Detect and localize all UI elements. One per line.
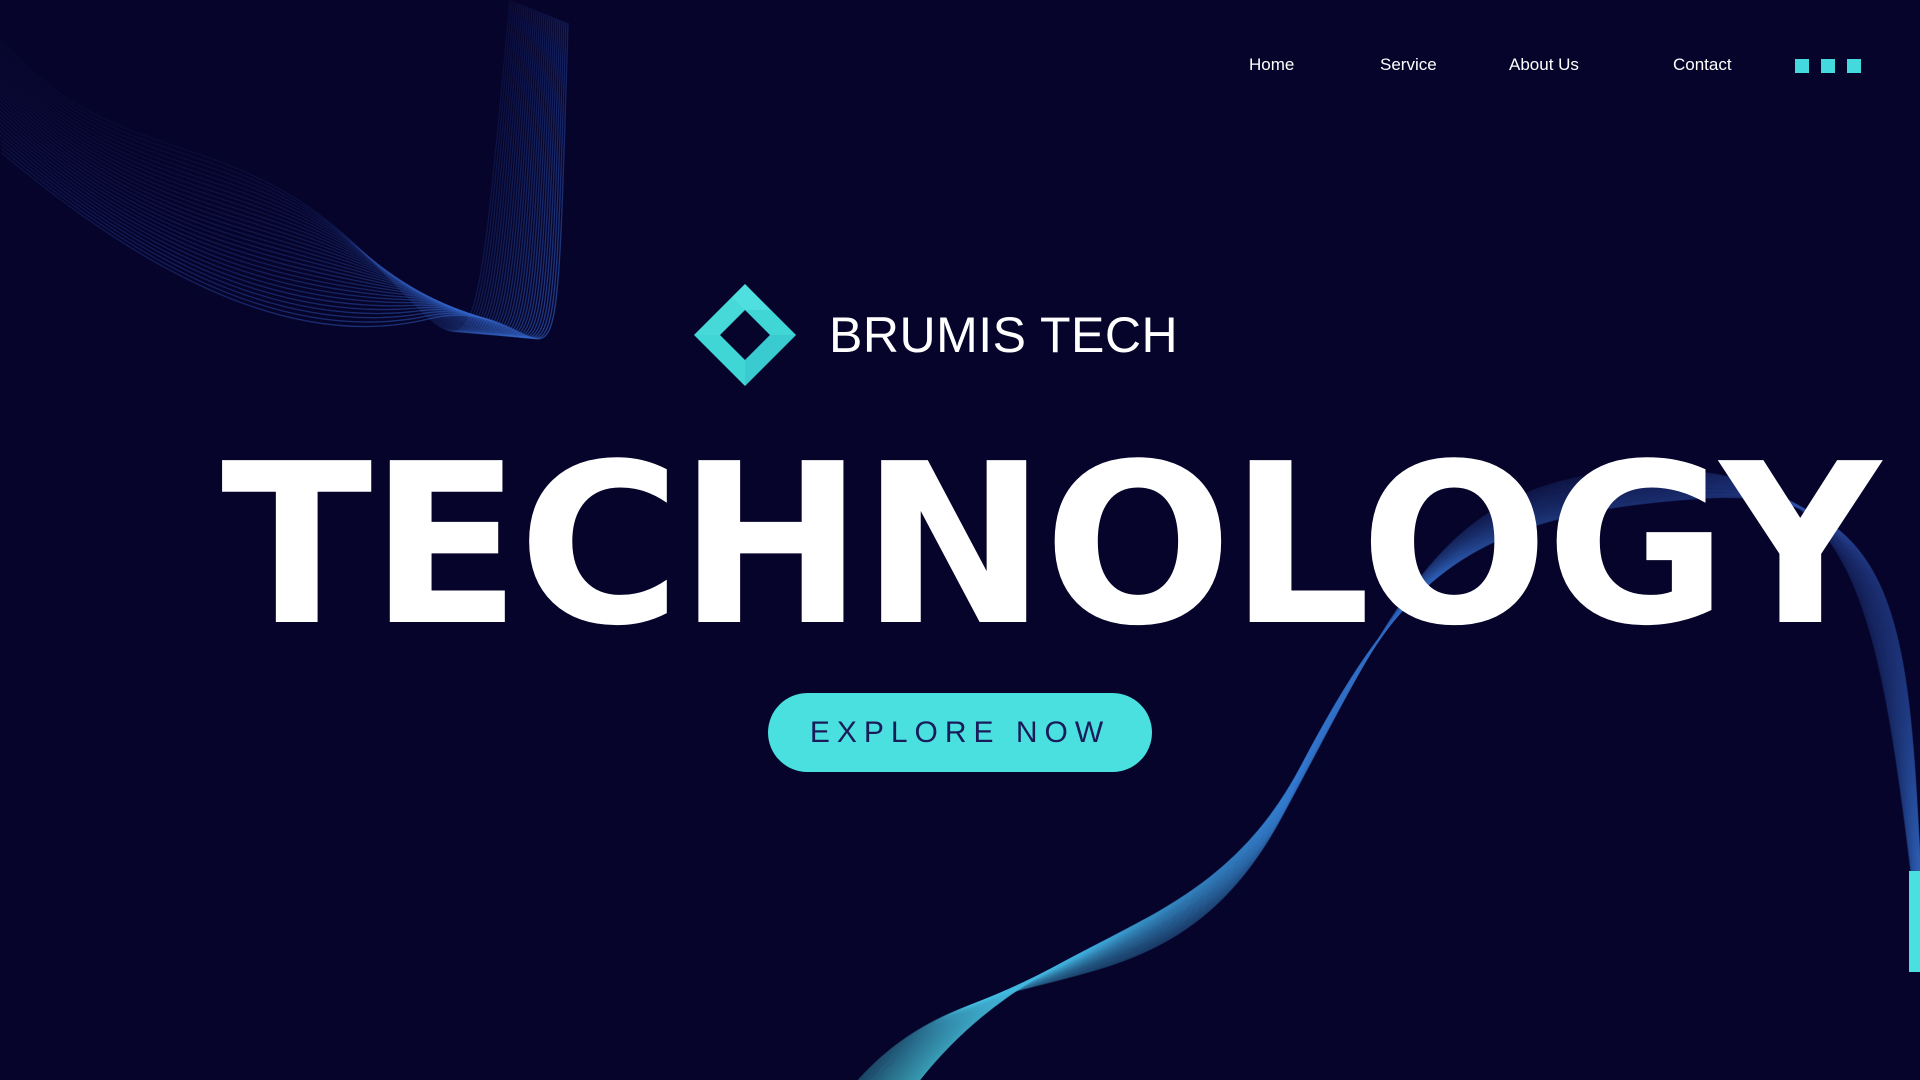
menu-dot-icon <box>1821 59 1835 73</box>
nav-link-about-us[interactable]: About Us <box>1509 55 1579 75</box>
brand-lockup: BRUMIS TECH <box>694 284 1178 388</box>
landing-page: Home Service About Us Contact BRUMIS TEC… <box>0 0 1920 1080</box>
menu-dot-icon <box>1795 59 1809 73</box>
menu-dot-icon <box>1847 59 1861 73</box>
diamond-logo-icon <box>694 284 796 386</box>
nav-link-home[interactable]: Home <box>1249 55 1294 75</box>
hero-title: TECHNOLOGY <box>221 417 1881 675</box>
grid-menu-icon[interactable] <box>1795 59 1865 74</box>
explore-now-button[interactable]: EXPLORE NOW <box>768 693 1152 772</box>
brand-name: BRUMIS TECH <box>829 307 1179 363</box>
nav-link-service[interactable]: Service <box>1380 55 1437 75</box>
top-navigation: Home Service About Us Contact <box>0 0 1920 140</box>
nav-link-contact[interactable]: Contact <box>1673 55 1732 75</box>
side-accent-bar <box>1909 871 1920 972</box>
